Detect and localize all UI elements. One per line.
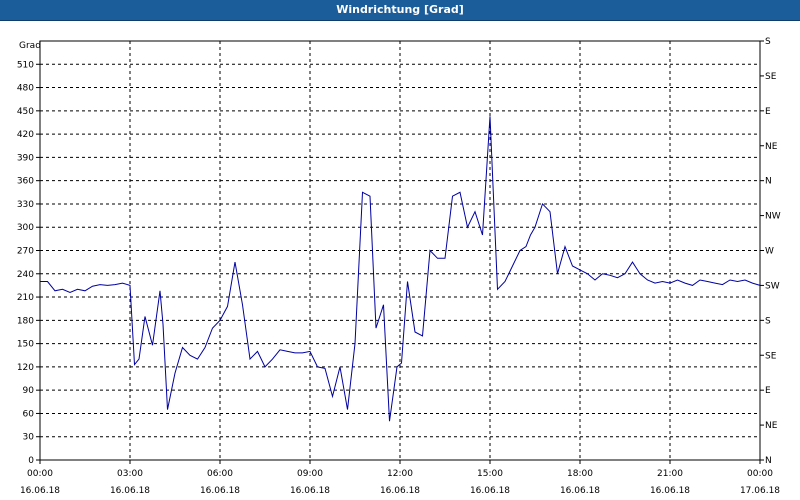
x-tick-date: 16.06.18 [380, 486, 420, 496]
x-tick-date: 16.06.18 [110, 486, 150, 496]
y-tick-label: 300 [17, 223, 34, 233]
y-tick-label: 450 [17, 107, 34, 117]
y-axis-label: Grad [19, 41, 41, 51]
x-tick-date: 16.06.18 [20, 486, 60, 496]
x-tick-date: 16.06.18 [470, 486, 510, 496]
x-tick-time: 06:00 [207, 469, 233, 479]
x-tick-date: 16.06.18 [290, 486, 330, 496]
chart-title: Windrichtung [Grad] [336, 3, 464, 16]
x-tick-date: 17.06.18 [740, 486, 780, 496]
y-tick-label: 210 [17, 293, 34, 303]
right-tick-label: N [765, 456, 772, 466]
x-tick-time: 15:00 [477, 469, 503, 479]
y-tick-label: 120 [17, 363, 34, 373]
x-tick-date: 16.06.18 [200, 486, 240, 496]
x-tick-time: 09:00 [297, 469, 323, 479]
right-tick-label: NE [765, 421, 778, 431]
right-tick-label: SE [765, 72, 777, 82]
x-tick-time: 00:00 [747, 469, 773, 479]
x-tick-time: 18:00 [567, 469, 593, 479]
right-tick-label: SW [765, 281, 780, 291]
y-tick-label: 90 [23, 386, 35, 396]
y-tick-label: 510 [17, 60, 34, 70]
y-tick-label: 30 [23, 433, 35, 443]
x-tick-time: 21:00 [657, 469, 683, 479]
line-chart: 0 30 60 90 120 150 180 210 240 270 300 330 360 390 420… [17, 37, 781, 496]
right-tick-label: N [765, 177, 772, 187]
right-axis-ticks: N NE E SE S SW W NW N NE E SE S [760, 37, 781, 466]
y-tick-label: 330 [17, 200, 34, 210]
x-tick-date: 16.06.18 [650, 486, 690, 496]
right-tick-label: NE [765, 142, 778, 152]
right-tick-label: SE [765, 351, 777, 361]
right-tick-label: E [765, 107, 771, 117]
y-axis-ticks: 0 30 60 90 120 150 180 210 240 270 300 330 360 390 420… [17, 60, 40, 466]
y-tick-label: 270 [17, 247, 34, 257]
right-tick-label: E [765, 386, 771, 396]
right-tick-label: W [765, 247, 774, 257]
x-axis-ticks: 00:00 16.06.18 03:00 16.06.18 06:00 16.06.18 0… [20, 460, 780, 496]
y-tick-label: 150 [17, 340, 34, 350]
x-tick-time: 00:00 [27, 469, 53, 479]
y-tick-label: 0 [28, 456, 34, 466]
right-tick-label: NW [765, 212, 781, 222]
y-tick-label: 240 [17, 270, 34, 280]
y-tick-label: 180 [17, 316, 34, 326]
x-tick-date: 16.06.18 [560, 486, 600, 496]
x-tick-time: 03:00 [117, 469, 143, 479]
right-tick-label: S [765, 37, 771, 47]
y-tick-label: 480 [17, 84, 34, 94]
title-bar: Windrichtung [Grad] [0, 0, 800, 21]
y-tick-label: 390 [17, 153, 34, 163]
y-tick-label: 60 [23, 409, 35, 419]
x-tick-time: 12:00 [387, 469, 413, 479]
y-tick-label: 420 [17, 130, 34, 140]
right-tick-label: S [765, 316, 771, 326]
y-tick-label: 360 [17, 177, 34, 187]
